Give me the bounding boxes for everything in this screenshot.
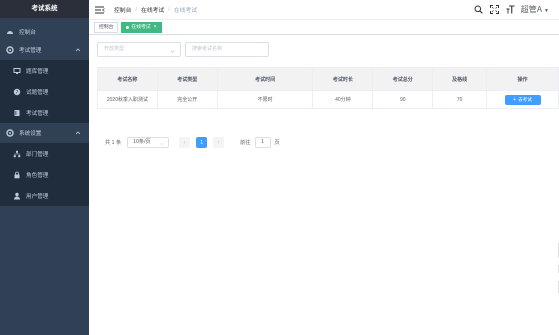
top-navbar: 控制台 / 在线考试 / 在线考试 超管A ▼ [89,0,559,19]
tags-view: 控制台 在线考试 × [89,19,559,35]
header-actions: 超管A ▼ [467,0,549,19]
select-placeholder: 开放类型 [104,46,125,52]
search-icon[interactable] [474,5,483,14]
monitor-icon [13,67,21,75]
chevron-up-icon [75,47,81,53]
text-size-icon[interactable] [506,5,515,14]
sidebar: 考试系统 控制台 考试管理 题库管理 ? 试题管理 考试管理 系统设置 部门管理… [0,0,89,335]
plus-icon: + [513,96,517,103]
input-placeholder: 搜索考试名称 [192,46,223,52]
table-header-row: 考试名称 考试类型 考试时间 考试时长 考试总分 及格线 操作 [97,67,559,91]
next-page-button[interactable]: › [213,137,225,148]
cell-action: + 去考试 [486,90,559,109]
user-menu[interactable]: 超管A ▼ [521,4,549,15]
cell-exam-type: 完全公开 [156,90,218,109]
close-icon[interactable]: × [154,23,157,32]
column-header: 考试时间 [216,67,314,91]
sidebar-item-label: 试题管理 [26,89,49,96]
main-content: 开放类型 搜索考试名称 考试名称 考试类型 考试时间 考试时长 考试总分 及格线… [89,35,559,335]
sidebar-item-exam-list[interactable]: 考试管理 [0,102,89,123]
sidebar-item-roles[interactable]: 角色管理 [0,164,89,185]
sidebar-item-label: 角色管理 [26,172,49,179]
button-label: 去考试 [518,96,532,102]
pagination: 共 1 条 10条/页 ‹ 1 › 前往 1 页 [105,137,280,148]
sidebar-item-departments[interactable]: 部门管理 [0,143,89,164]
svg-text:?: ? [16,89,19,95]
exam-table: 考试名称 考试类型 考试时间 考试时长 考试总分 及格线 操作 2020秋季入职… [97,67,559,109]
page-number-current[interactable]: 1 [196,137,208,148]
breadcrumb-separator: / [135,6,138,13]
sidebar-item-label: 系统设置 [19,131,42,137]
tag-label: 控制台 [99,24,114,30]
fullscreen-icon[interactable] [489,5,499,14]
goto-page-input[interactable]: 1 [254,137,271,148]
sidebar-item-label: 题库管理 [26,68,49,75]
gear-icon [6,129,14,137]
exam-name-search-input[interactable]: 搜索考试名称 [185,42,269,57]
submenu-system: 部门管理 角色管理 用户管理 [0,143,89,206]
tag-dashboard[interactable]: 控制台 [94,21,119,33]
gear-icon [6,46,14,54]
tag-online-exam[interactable]: 在线考试 × [121,21,162,33]
chevron-down-icon [160,141,164,146]
submenu-exam: 题库管理 ? 试题管理 考试管理 [0,60,89,123]
cell-duration: 40分钟 [312,90,374,109]
cell-pass-line: 70 [432,90,488,109]
column-header: 及格线 [432,67,488,91]
table-row: 2020秋季入职测试 完全公开 不限时 40分钟 90 70 + 去考试 [97,90,559,109]
sidebar-item-users[interactable]: 用户管理 [0,185,89,206]
tag-label: 在线考试 [131,24,151,30]
breadcrumb-item-online-exam[interactable]: 在线考试 [141,5,164,14]
caret-down-icon: ▼ [544,8,549,14]
sidebar-item-question-management[interactable]: ? 试题管理 [0,81,89,102]
goto-label: 前往 [240,140,251,146]
page-size-select[interactable]: 10条/页 [127,137,170,148]
breadcrumb: 控制台 / 在线考试 / 在线考试 [114,5,198,15]
lock-icon [13,171,21,179]
app-brand: 考试系统 [0,0,89,18]
sidebar-item-question-bank[interactable]: 题库管理 [0,60,89,81]
user-icon [13,192,21,200]
chevron-up-icon [75,130,81,136]
cell-exam-time: 不限时 [216,90,314,109]
sidebar-item-system-settings[interactable]: 系统设置 [0,123,89,143]
exam-type-select[interactable]: 开放类型 [97,42,181,57]
book-icon [13,109,21,117]
sidebar-item-label: 考试管理 [19,48,42,54]
breadcrumb-item-current: 在线考试 [173,8,198,14]
sidebar-item-label: 考试管理 [26,110,49,117]
cell-exam-name: 2020秋季入职测试 [97,90,158,109]
filter-bar: 开放类型 搜索考试名称 [97,42,269,57]
column-header: 考试总分 [372,67,434,91]
take-exam-button[interactable]: + 去考试 [504,94,541,105]
page-suffix: 页 [274,140,280,146]
column-header: 操作 [486,67,559,91]
sidebar-item-label: 用户管理 [26,193,49,200]
user-name: 超管A [520,5,543,14]
sidebar-item-label: 部门管理 [26,151,49,158]
sidebar-item-exam-management[interactable]: 考试管理 [0,40,89,60]
page-size-value: 10条/页 [133,139,151,145]
pagination-total: 共 1 条 [105,140,122,146]
hamburger-icon[interactable] [95,6,105,14]
question-icon: ? [13,88,21,96]
prev-page-button[interactable]: ‹ [179,137,191,148]
column-header: 考试时长 [312,67,374,91]
dashboard-icon [6,28,14,36]
column-header: 考试类型 [156,67,218,91]
chevron-down-icon [170,47,175,53]
breadcrumb-item-dashboard[interactable]: 控制台 [114,5,131,14]
org-icon [13,150,21,158]
cell-total-score: 90 [372,90,434,109]
sidebar-item-dashboard[interactable]: 控制台 [0,23,89,40]
active-dot-icon [126,25,130,29]
breadcrumb-separator: / [168,6,170,13]
sidebar-item-label: 控制台 [19,29,36,36]
column-header: 考试名称 [97,67,158,91]
